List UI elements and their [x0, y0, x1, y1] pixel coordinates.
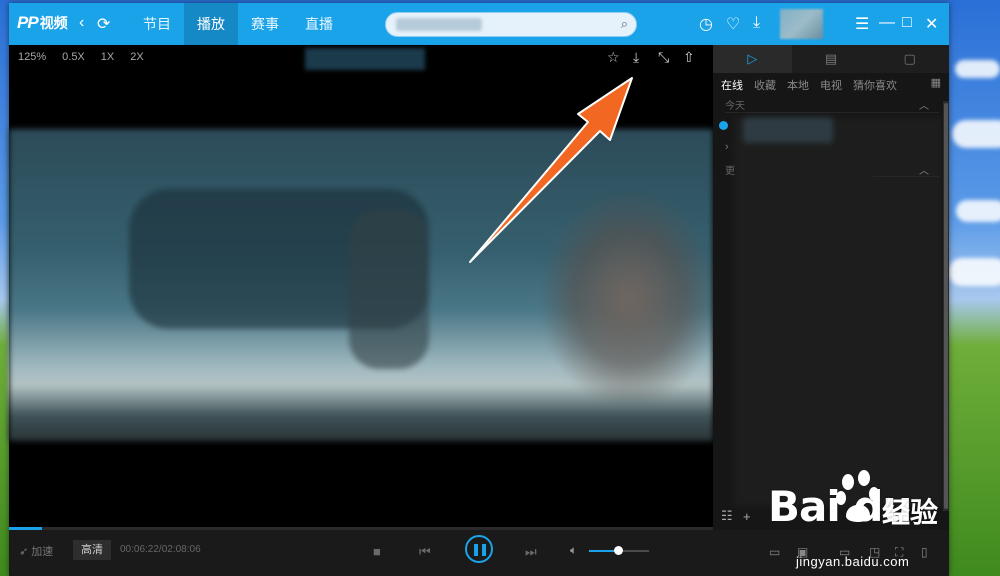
baidu-watermark: Bai du 经验 jingyan.baidu.com	[742, 470, 992, 574]
speed-option[interactable]: 1X	[101, 51, 114, 63]
stop-icon[interactable]: ■	[373, 544, 381, 559]
list-settings-icon[interactable]: ☷	[721, 508, 733, 524]
zoom-level[interactable]: 125%	[18, 51, 46, 63]
pause-button[interactable]: ❚❚	[465, 535, 493, 563]
desktop-cloud	[955, 60, 1000, 78]
volume-icon[interactable]: 🔈︎	[570, 543, 577, 558]
grid-view-icon[interactable]: ▦	[931, 76, 941, 89]
search-input[interactable]: ⌕	[385, 12, 637, 37]
timecode: 00:06:22/02:08:06	[120, 544, 201, 555]
subtab-favorites[interactable]: 收藏	[754, 77, 776, 95]
divider	[725, 112, 939, 113]
upload-cloud-icon[interactable]: ⇧	[683, 49, 695, 66]
title-bar: PP 视频 ‹ ⟳ 节目 播放 赛事 直播 ⌕ ◷ ♡ ⤓ ☰ — □ ✕	[9, 3, 949, 45]
mini-mode-icon[interactable]: ⤡	[658, 49, 669, 66]
desktop-cloud	[956, 200, 1000, 222]
logo-text: 视频	[39, 15, 68, 31]
favorite-heart-icon[interactable]: ♡	[726, 14, 740, 34]
app-logo[interactable]: PP 视频	[17, 13, 68, 33]
collapse-icon[interactable]: ︿	[919, 97, 929, 112]
divider	[873, 176, 939, 177]
tab-events[interactable]: 赛事	[238, 3, 292, 45]
section-today: 今天	[725, 101, 745, 112]
subtab-local[interactable]: 本地	[787, 77, 809, 95]
avatar[interactable]	[780, 9, 823, 39]
subtab-online[interactable]: 在线	[721, 77, 743, 95]
section-other: 更	[725, 166, 735, 177]
search-query	[396, 18, 482, 31]
tab-live[interactable]: 直播	[292, 3, 346, 45]
back-icon[interactable]: ‹	[79, 14, 84, 32]
main-tabs: 节目 播放 赛事 直播	[130, 3, 346, 45]
paw-logo-icon	[836, 470, 879, 522]
speed-bar: 125% 0.5X 1X 2X	[18, 51, 144, 63]
video-title	[305, 48, 425, 70]
menu-icon[interactable]: ☰	[855, 14, 869, 34]
refresh-icon[interactable]: ⟳	[97, 14, 110, 34]
history-icon[interactable]: ◷	[699, 14, 713, 34]
next-icon[interactable]: ⏭	[525, 544, 537, 560]
tab-play[interactable]: 播放	[184, 3, 238, 45]
volume-knob[interactable]	[614, 546, 623, 555]
previous-icon[interactable]: ⏮	[419, 544, 431, 560]
desktop-cloud	[952, 120, 1000, 148]
speed-option[interactable]: 2X	[130, 51, 143, 63]
desktop-cloud	[948, 258, 1000, 286]
tab-folder-icon[interactable]: ▤	[791, 45, 871, 73]
subtab-tv[interactable]: 电视	[820, 77, 842, 95]
tab-programs[interactable]: 节目	[130, 3, 184, 45]
sidebar-subtabs: 在线 收藏 本地 电视 猜你喜欢	[713, 73, 949, 95]
scrollbar-thumb[interactable]	[944, 103, 948, 509]
download-icon[interactable]: ⤓	[753, 14, 760, 32]
download-video-icon[interactable]: ⤓	[633, 49, 639, 66]
close-icon[interactable]: ✕	[925, 14, 938, 34]
search-icon[interactable]: ⌕	[621, 16, 628, 32]
now-playing-icon	[719, 121, 728, 130]
maximize-icon[interactable]: □	[902, 14, 912, 32]
accelerate-button[interactable]: ➶ 加速	[19, 543, 53, 559]
quality-button[interactable]: 高清	[73, 540, 111, 560]
minimize-icon[interactable]: —	[879, 14, 895, 32]
star-icon[interactable]: ☆	[607, 49, 620, 66]
subtab-recommend[interactable]: 猜你喜欢	[853, 77, 897, 95]
watermark-suffix: 经验	[882, 497, 939, 528]
collapse-icon[interactable]: ︿	[919, 162, 929, 177]
watermark-url: jingyan.baidu.com	[796, 554, 910, 569]
accelerate-label: 加速	[31, 546, 54, 558]
logo-mark: PP	[17, 13, 39, 32]
expand-arrow-icon[interactable]: ›	[725, 141, 729, 153]
sidebar-tabs: ▷ ▤ ▢	[713, 45, 950, 73]
speed-option[interactable]: 0.5X	[62, 51, 85, 63]
video-frame	[9, 129, 713, 441]
tab-playlist-icon[interactable]: ▷	[713, 45, 792, 73]
tab-comment-icon[interactable]: ▢	[870, 45, 950, 73]
video-player[interactable]: 125% 0.5X 1X 2X ☆ ⤓ ⤡ ⇧	[9, 45, 713, 527]
playlist-sidebar: ▷ ▤ ▢ 在线 收藏 本地 电视 猜你喜欢 ▦ 今天 ︿ › 更 ︿ ☷ +	[713, 45, 950, 530]
